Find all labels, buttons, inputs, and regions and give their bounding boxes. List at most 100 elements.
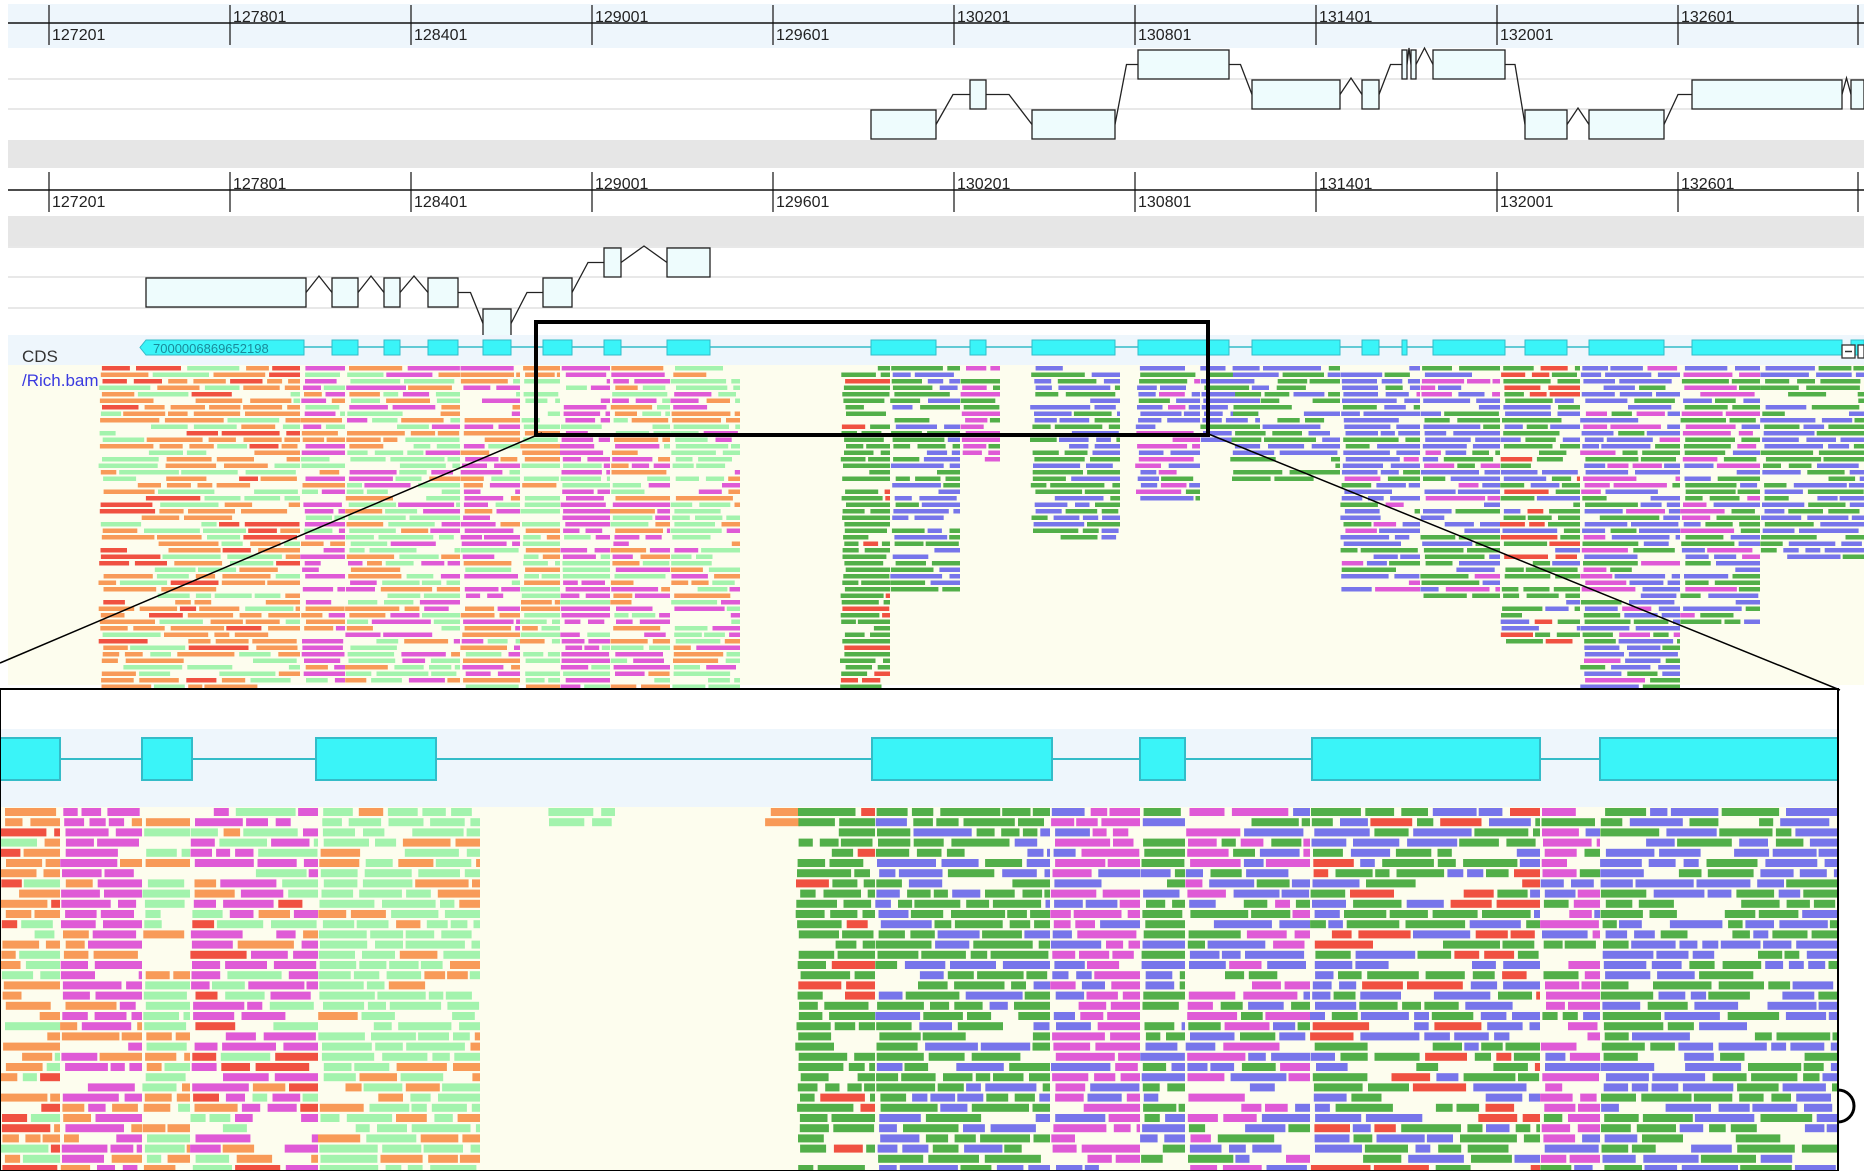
gene-track-2-exon[interactable]: [604, 248, 621, 277]
cds-exon[interactable]: [483, 340, 511, 355]
zoom-read-alignment: [1606, 849, 1655, 857]
read-alignment: [138, 392, 189, 397]
read-alignment: [1807, 470, 1844, 475]
cds-exon[interactable]: [667, 340, 710, 355]
read-alignment: [100, 431, 116, 436]
gene-track-2-exon[interactable]: [428, 278, 458, 307]
read-alignment: [1109, 425, 1120, 430]
read-alignment: [1760, 373, 1809, 378]
gene-track-1-exon[interactable]: [1032, 110, 1115, 139]
gene-track-2-exon[interactable]: [667, 248, 710, 277]
read-alignment: [1558, 516, 1580, 521]
cds-exon[interactable]: [970, 340, 986, 355]
read-alignment: [102, 457, 159, 462]
gene-track-1-exon[interactable]: [1138, 50, 1229, 79]
cds-exon[interactable]: [1402, 340, 1407, 355]
cds-exon[interactable]: [1362, 340, 1379, 355]
cds-exon[interactable]: [871, 340, 936, 355]
bam-track-label[interactable]: /Rich.bam: [22, 371, 99, 390]
read-alignment: [120, 581, 167, 586]
gene-track-2-exon[interactable]: [384, 278, 400, 307]
read-alignment: [675, 626, 708, 631]
zoom-read-alignment: [1044, 890, 1050, 898]
zoom-read-alignment: [61, 920, 96, 928]
read-alignment: [1422, 581, 1480, 586]
gene-track-1-exon[interactable]: [1525, 110, 1567, 139]
zoom-read-alignment: [1354, 1134, 1373, 1142]
read-alignment: [306, 607, 345, 612]
read-alignment: [441, 574, 460, 579]
read-alignment: [160, 444, 183, 449]
zoom-cds-exon[interactable]: [142, 738, 192, 780]
zoom-cds-exon[interactable]: [1312, 738, 1540, 780]
read-alignment: [526, 678, 545, 683]
cds-exon[interactable]: [1692, 340, 1842, 355]
zoom-read-alignment: [1725, 910, 1756, 918]
gene-track-2-exon[interactable]: [543, 278, 572, 307]
zoom-read-alignment: [182, 849, 190, 857]
read-alignment: [1763, 529, 1795, 534]
read-alignment: [248, 529, 277, 534]
read-alignment: [893, 509, 948, 514]
gene-track-2-exon[interactable]: [146, 278, 306, 307]
zoom-read-alignment: [23, 1073, 37, 1081]
zoom-read-alignment: [1530, 890, 1540, 898]
cds-exon[interactable]: [384, 340, 400, 355]
cds-exon[interactable]: [604, 340, 621, 355]
zoom-read-alignment: [1365, 1145, 1408, 1153]
zoom-cds-exon[interactable]: [316, 738, 436, 780]
zoom-read-alignment: [1486, 1094, 1523, 1102]
zoom-read-alignment: [256, 869, 307, 877]
gene-track-1-exon[interactable]: [1362, 80, 1379, 109]
read-alignment: [643, 561, 670, 566]
gene-track-1-exon[interactable]: [970, 80, 986, 109]
zoom-cds-exon[interactable]: [1140, 738, 1185, 780]
cds-exon[interactable]: [1525, 340, 1567, 355]
gene-track-1-exon[interactable]: [1692, 80, 1842, 109]
cds-exon[interactable]: [428, 340, 458, 355]
zoom-read-alignment: [387, 971, 422, 979]
gene-track-1-exon[interactable]: [1402, 50, 1407, 79]
cds-exon[interactable]: [543, 340, 572, 355]
read-alignment: [1828, 444, 1849, 449]
read-alignment: [932, 561, 960, 566]
zoom-read-alignment: [190, 1145, 221, 1153]
read-alignment: [1841, 438, 1864, 443]
zoom-read-alignment: [1829, 1012, 1838, 1020]
cds-exon[interactable]: [1138, 340, 1229, 355]
cds-exon[interactable]: [1433, 340, 1505, 355]
gene-track-1-exon[interactable]: [1411, 50, 1416, 79]
gene-track-2-exon[interactable]: [483, 309, 511, 338]
read-alignment: [890, 581, 925, 586]
read-alignment: [1747, 496, 1760, 501]
gene-track-2-exon[interactable]: [332, 278, 358, 307]
read-alignment: [896, 561, 926, 566]
gene-track-1-exon[interactable]: [1851, 80, 1864, 109]
zoom-read-alignment: [1341, 1053, 1368, 1061]
zoom-cds-exon[interactable]: [0, 738, 60, 780]
cds-exon[interactable]: [1252, 340, 1340, 355]
zoom-read-alignment: [1167, 1083, 1185, 1091]
read-alignment: [1716, 561, 1760, 566]
zoom-read-alignment: [1417, 818, 1433, 826]
zoom-read-alignment: [940, 1104, 967, 1112]
gene-track-1-exon[interactable]: [1589, 110, 1664, 139]
gene-track-1-exon[interactable]: [1252, 80, 1340, 109]
cds-exon[interactable]: [332, 340, 358, 355]
zoom-read-alignment: [1427, 1134, 1453, 1142]
read-alignment: [1685, 438, 1735, 443]
zoom-cds-exon[interactable]: [872, 738, 1052, 780]
read-alignment: [1607, 464, 1628, 469]
read-alignment: [1033, 477, 1066, 482]
zoom-read-alignment: [1471, 981, 1497, 989]
zoom-read-alignment: [285, 1145, 318, 1153]
gene-track-1-exon[interactable]: [871, 110, 936, 139]
cds-exon[interactable]: [1032, 340, 1115, 355]
gene-track-1-exon[interactable]: [1433, 50, 1505, 79]
cds-exon[interactable]: [1589, 340, 1664, 355]
zoom-read-alignment: [216, 849, 230, 857]
read-alignment: [289, 503, 300, 508]
zoom-cds-exon[interactable]: [1600, 738, 1838, 780]
zoom-read-alignment: [96, 992, 143, 1000]
minus-square-icon[interactable]: [1842, 345, 1855, 358]
